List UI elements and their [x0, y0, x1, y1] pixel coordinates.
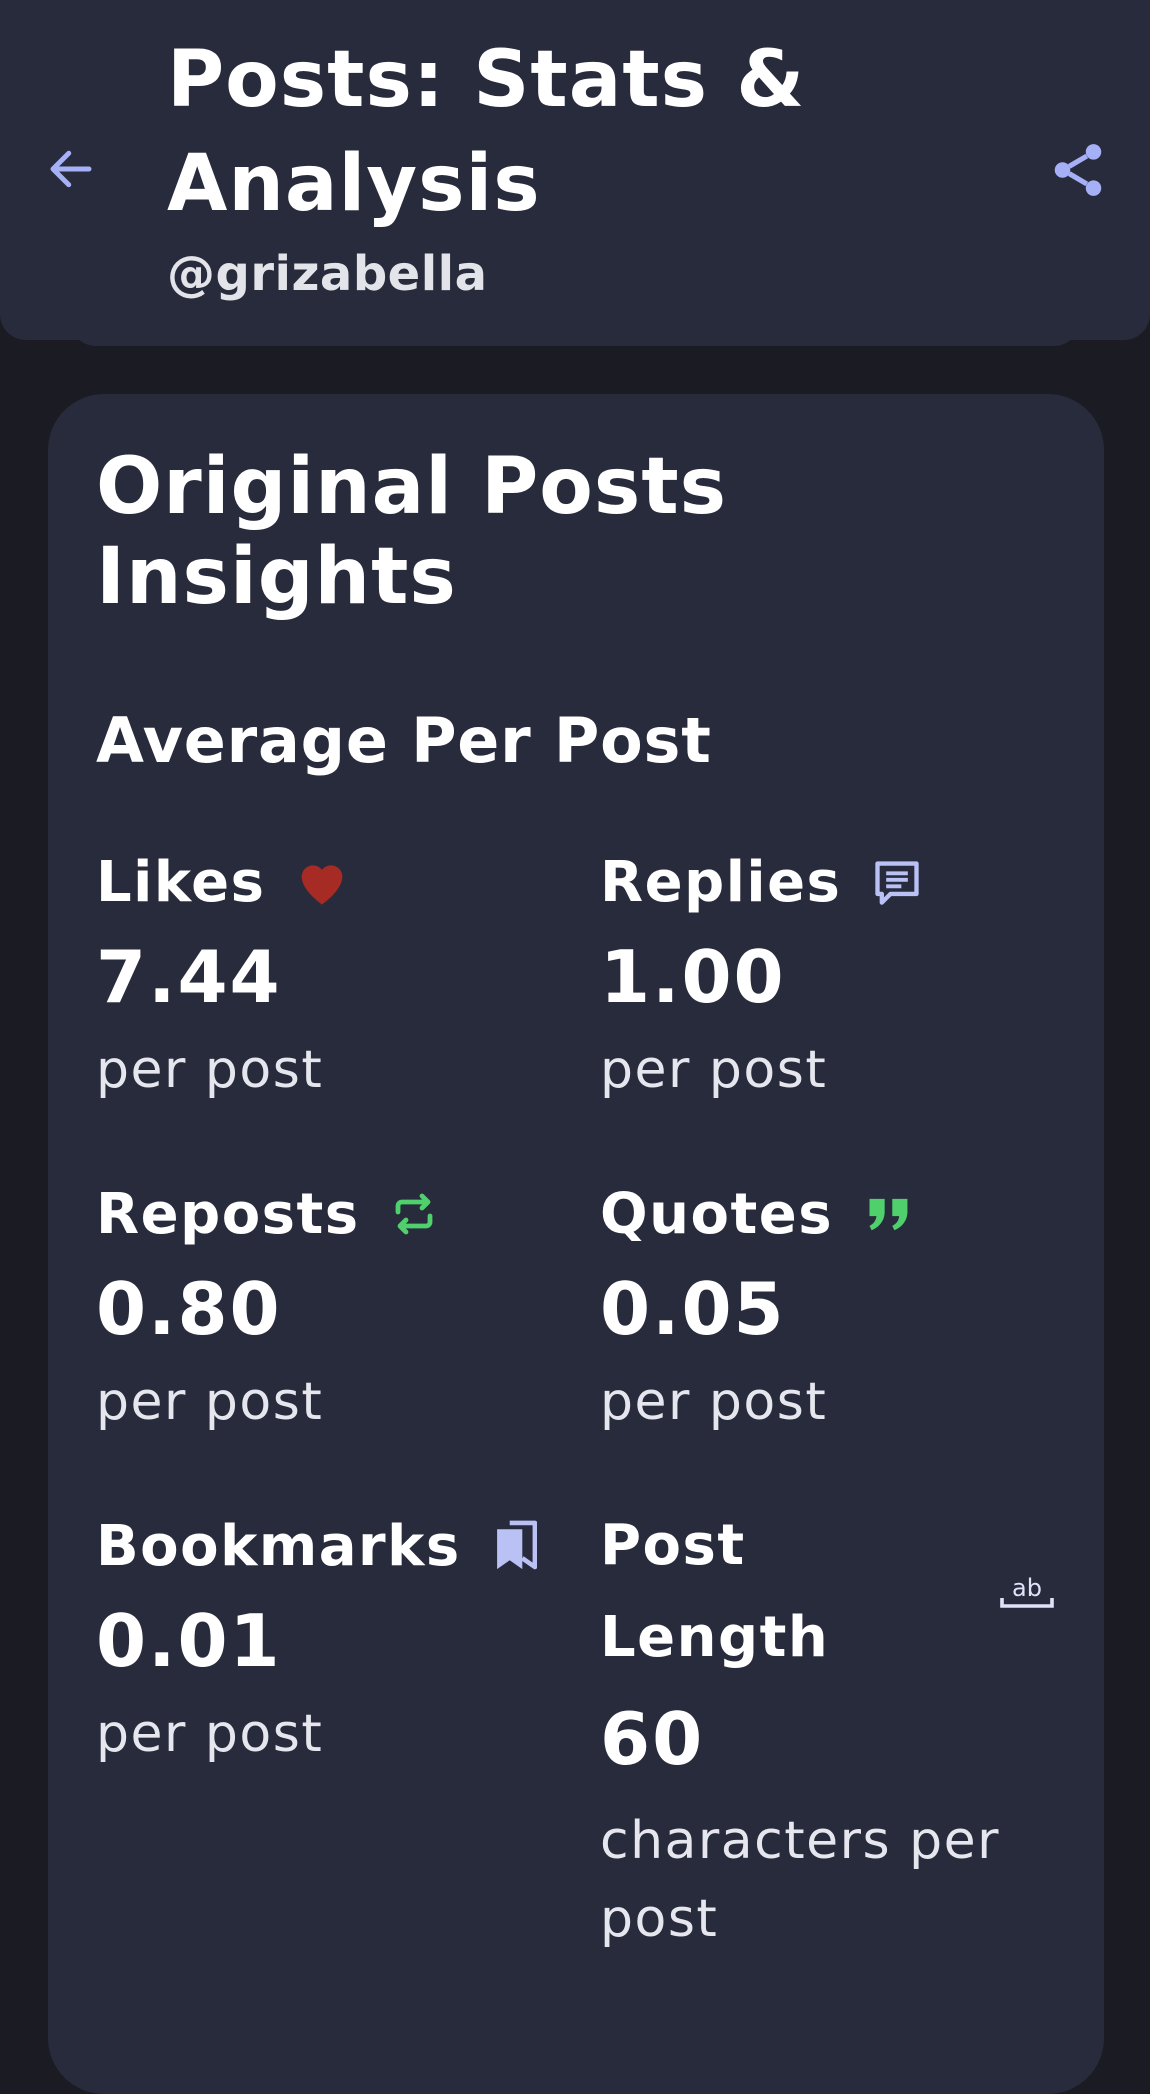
section-title: Average Per Post: [96, 704, 712, 777]
bookmark-icon: [495, 1520, 537, 1572]
stat-reposts: Reposts 0.80 per post: [96, 1174, 536, 1442]
stat-unit: characters per post: [600, 1811, 1001, 1949]
stat-value: 0.05: [600, 1267, 786, 1351]
stat-value: 60: [600, 1697, 705, 1781]
stat-value: 1.00: [600, 935, 786, 1019]
share-icon: [1054, 144, 1102, 196]
stat-label: Quotes: [600, 1181, 834, 1247]
stat-bookmarks: Bookmarks 0.01 per post: [96, 1506, 537, 1774]
stat-replies: Replies 1.00 per post: [600, 842, 1040, 1110]
header-edge: [70, 320, 1080, 346]
text-length-icon: ab: [998, 1572, 1056, 1616]
stat-label: Post Length: [600, 1513, 830, 1670]
user-handle: @grizabella: [167, 246, 488, 302]
stat-label: Reposts: [96, 1181, 360, 1247]
stat-label: Bookmarks: [96, 1513, 461, 1579]
quote-icon: [863, 1192, 915, 1236]
stat-unit: per post: [96, 1704, 324, 1764]
stat-value: 7.44: [96, 935, 282, 1019]
heart-icon: [295, 857, 349, 907]
svg-text:ab: ab: [1012, 1574, 1042, 1602]
stat-likes: Likes 7.44 per post: [96, 842, 536, 1110]
stat-value: 0.01: [96, 1599, 282, 1683]
stat-unit: per post: [96, 1372, 324, 1432]
stat-post-length: Post Length 60 characters per post: [600, 1500, 1070, 1958]
page-title: Posts: Stats & Analysis: [167, 35, 806, 229]
card-title: Original Posts Insights: [96, 442, 728, 622]
stat-quotes: Quotes 0.05 per post: [600, 1174, 1040, 1442]
comment-icon: [871, 857, 923, 907]
arrow-left-icon: [50, 150, 92, 188]
stat-value: 0.80: [96, 1267, 282, 1351]
share-button[interactable]: [1042, 134, 1114, 206]
stat-unit: per post: [96, 1040, 324, 1100]
stat-label: Likes: [96, 849, 266, 915]
back-button[interactable]: [38, 136, 104, 202]
stat-label: Replies: [600, 849, 842, 915]
repost-icon: [390, 1189, 438, 1239]
stat-unit: per post: [600, 1372, 828, 1432]
stat-unit: per post: [600, 1040, 828, 1100]
